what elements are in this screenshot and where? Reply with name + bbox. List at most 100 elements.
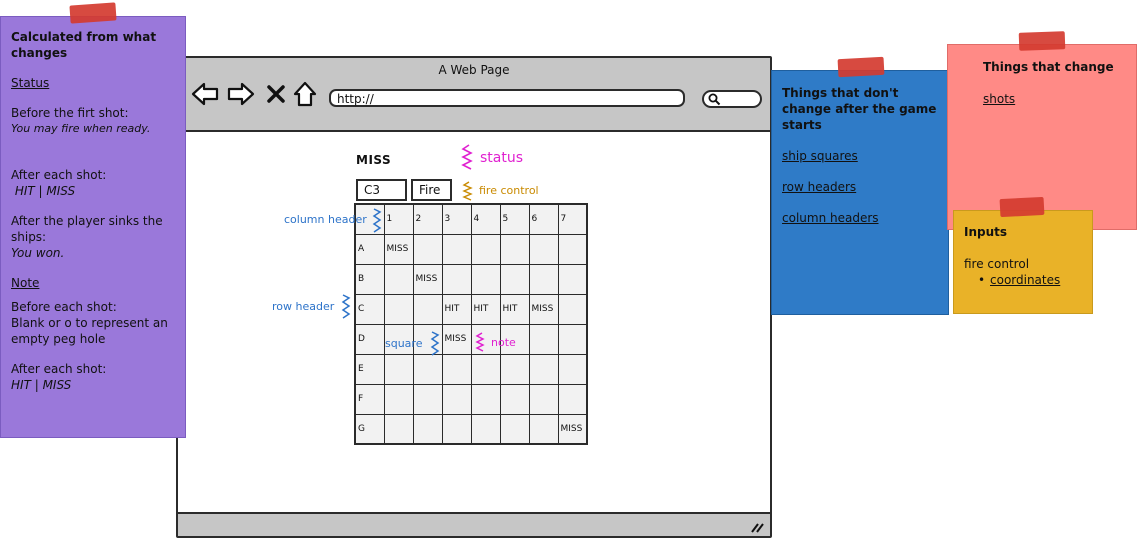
board-square[interactable] bbox=[470, 413, 501, 445]
square-annotation: square bbox=[385, 337, 423, 350]
fire-button[interactable]: Fire bbox=[411, 179, 452, 201]
board-square[interactable] bbox=[557, 293, 588, 325]
note-text: Before the firt shot: bbox=[11, 106, 129, 120]
note-static-things: Things that don't change after the game … bbox=[771, 70, 949, 315]
board-square[interactable] bbox=[470, 263, 501, 295]
column-header-annotation: column header bbox=[284, 213, 367, 226]
search-field[interactable] bbox=[702, 90, 762, 108]
column-header: 6 bbox=[528, 203, 559, 235]
board-square[interactable] bbox=[557, 353, 588, 385]
tape bbox=[999, 196, 1045, 218]
board-square[interactable] bbox=[383, 413, 414, 445]
coordinates-link[interactable]: coordinates bbox=[990, 273, 1060, 287]
board-square[interactable] bbox=[383, 353, 414, 385]
note-inputs: Inputs fire control • coordinates bbox=[953, 210, 1093, 314]
status-annotation-squiggle-icon bbox=[461, 144, 473, 170]
board-square[interactable]: MISS bbox=[557, 413, 588, 445]
board-square[interactable] bbox=[412, 293, 443, 325]
shots-link[interactable]: shots bbox=[983, 91, 1122, 107]
board-row-b: B MISS bbox=[354, 263, 588, 295]
note-link[interactable]: Note bbox=[11, 275, 175, 291]
row-header-squiggle-icon bbox=[341, 294, 351, 319]
board-square[interactable] bbox=[528, 233, 559, 265]
board-row-e: E bbox=[354, 353, 588, 385]
board-square[interactable]: HIT bbox=[441, 293, 472, 325]
row-header: D bbox=[354, 323, 385, 355]
close-icon[interactable] bbox=[264, 80, 288, 108]
tape bbox=[1018, 31, 1066, 51]
board-square[interactable] bbox=[441, 383, 472, 415]
back-arrow-icon[interactable] bbox=[190, 80, 220, 108]
note-text: HIT | MISS bbox=[11, 378, 72, 392]
board-square[interactable]: MISS bbox=[383, 233, 414, 265]
status-text: MISS bbox=[356, 153, 392, 167]
board-square[interactable] bbox=[412, 233, 443, 265]
row-header: E bbox=[354, 353, 385, 385]
board-square[interactable] bbox=[499, 233, 530, 265]
board-square[interactable] bbox=[441, 233, 472, 265]
ship-squares-link[interactable]: ship squares bbox=[782, 148, 938, 164]
board-row-f: F bbox=[354, 383, 588, 415]
board-square[interactable] bbox=[528, 383, 559, 415]
note-text: HIT | MISS bbox=[11, 184, 76, 198]
board-square[interactable] bbox=[441, 413, 472, 445]
board-square[interactable] bbox=[441, 353, 472, 385]
board-square[interactable] bbox=[412, 413, 443, 445]
note-title: Things that don't change after the game … bbox=[782, 86, 937, 132]
board-square[interactable] bbox=[557, 263, 588, 295]
note-text: fire control bbox=[964, 257, 1030, 271]
forward-arrow-icon[interactable] bbox=[226, 80, 256, 108]
board-square[interactable] bbox=[528, 413, 559, 445]
board-square[interactable] bbox=[557, 233, 588, 265]
board-square[interactable] bbox=[499, 383, 530, 415]
board-row-a: A MISS bbox=[354, 233, 588, 265]
board-square[interactable] bbox=[470, 233, 501, 265]
board-square[interactable]: MISS bbox=[412, 263, 443, 295]
board-square[interactable] bbox=[383, 263, 414, 295]
board-square[interactable] bbox=[557, 323, 588, 355]
board-square[interactable] bbox=[412, 383, 443, 415]
board-square[interactable] bbox=[528, 353, 559, 385]
board-square[interactable]: MISS bbox=[528, 293, 559, 325]
square-squiggle-icon bbox=[430, 331, 440, 356]
note-squiggle-icon bbox=[475, 332, 485, 352]
board-square[interactable] bbox=[499, 353, 530, 385]
board-square[interactable]: HIT bbox=[470, 293, 501, 325]
note-calculated: Calculated from what changes Status Befo… bbox=[0, 16, 186, 438]
note-text: You may fire when ready. bbox=[11, 122, 151, 135]
board-square[interactable] bbox=[528, 263, 559, 295]
browser-status-bar bbox=[178, 512, 770, 536]
board-square[interactable] bbox=[470, 353, 501, 385]
coordinate-input[interactable]: C3 bbox=[356, 179, 407, 201]
board-square[interactable] bbox=[499, 263, 530, 295]
board-square[interactable] bbox=[412, 353, 443, 385]
board-square[interactable] bbox=[528, 323, 559, 355]
column-header-squiggle-icon bbox=[372, 208, 382, 233]
resize-grip-icon[interactable] bbox=[750, 521, 764, 533]
note-title: Things that change bbox=[983, 60, 1114, 74]
status-annotation: status bbox=[480, 150, 524, 166]
status-link[interactable]: Status bbox=[11, 75, 175, 91]
tape bbox=[837, 56, 885, 78]
board-square[interactable] bbox=[557, 383, 588, 415]
row-header-annotation: row header bbox=[272, 300, 335, 313]
board-square[interactable] bbox=[383, 383, 414, 415]
window-title: A Web Page bbox=[438, 63, 510, 77]
note-title: Inputs bbox=[964, 225, 1008, 239]
column-headers-link[interactable]: column headers bbox=[782, 210, 938, 226]
board-square[interactable] bbox=[441, 263, 472, 295]
note-subitem: • coordinates bbox=[964, 272, 1082, 288]
address-bar[interactable]: http:// bbox=[329, 89, 685, 107]
note-text: Blank or o to represent an empty peg hol… bbox=[11, 316, 168, 346]
game-board: 1 2 3 4 5 6 7 A MISS B MISS C HIT HIT HI… bbox=[354, 203, 588, 445]
board-square[interactable]: MISS bbox=[441, 323, 472, 355]
board-square[interactable]: HIT bbox=[499, 293, 530, 325]
row-headers-link[interactable]: row headers bbox=[782, 179, 938, 195]
fire-control-annotation: fire control bbox=[479, 184, 539, 197]
home-icon[interactable] bbox=[292, 80, 318, 108]
board-square[interactable] bbox=[383, 293, 414, 325]
row-header: B bbox=[354, 263, 385, 295]
board-square[interactable] bbox=[499, 413, 530, 445]
board-square[interactable] bbox=[470, 383, 501, 415]
note-text: After the player sinks the ships: bbox=[11, 214, 163, 244]
